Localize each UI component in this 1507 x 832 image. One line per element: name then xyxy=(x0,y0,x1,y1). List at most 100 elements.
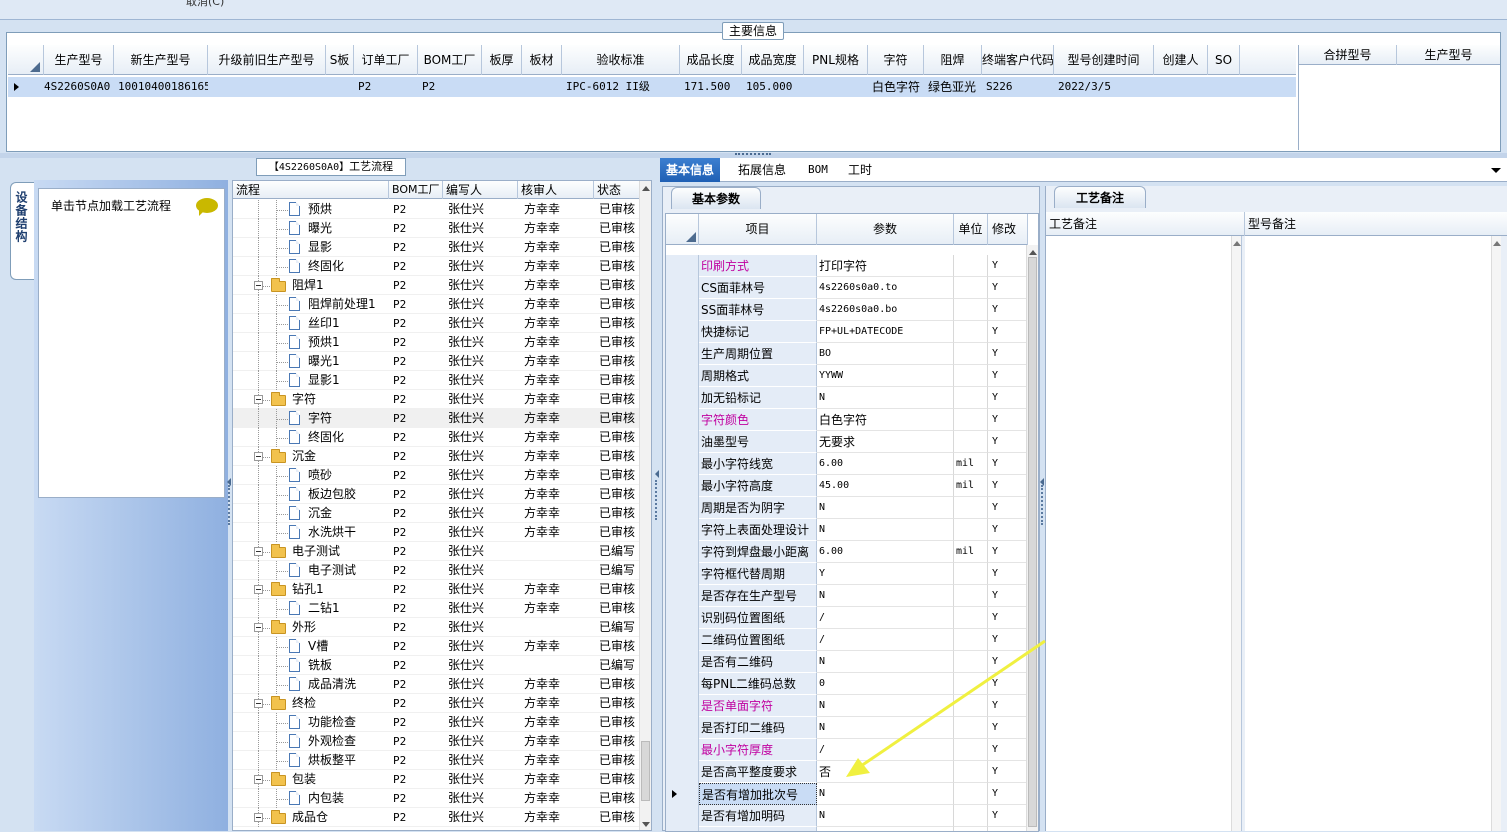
tree-row[interactable]: 显影1 P2 张仕兴 方幸幸 已审核 xyxy=(233,371,641,390)
row-indicator[interactable] xyxy=(666,453,699,475)
param-row[interactable]: 加无铅标记 N Y xyxy=(666,387,1028,409)
flow-col-process[interactable]: 流程 xyxy=(233,181,389,199)
tab-bom[interactable]: BOM xyxy=(802,158,834,182)
param-value[interactable]: N xyxy=(817,783,954,805)
param-name[interactable]: 有白油块 xyxy=(699,827,817,831)
collapse-icon[interactable] xyxy=(254,281,263,290)
flow-col-reviewer[interactable]: 核审人 xyxy=(518,181,594,199)
param-name[interactable]: 加无铅标记 xyxy=(699,387,817,409)
table-cell[interactable]: 10010400186165 xyxy=(118,77,208,97)
param-row[interactable]: 字符到焊盘最小距离 6.00 mil Y xyxy=(666,541,1028,563)
tree-row[interactable]: 二钻1 P2 张仕兴 方幸幸 已审核 xyxy=(233,599,641,618)
tree-cell-name[interactable]: 阻焊1 xyxy=(292,276,388,295)
param-value[interactable]: / xyxy=(817,827,954,831)
row-indicator[interactable] xyxy=(666,343,699,365)
flow-col-bom-factory[interactable]: BOM工厂 xyxy=(389,181,443,199)
row-indicator[interactable] xyxy=(666,475,699,497)
collapse-icon[interactable] xyxy=(254,813,263,822)
param-value[interactable]: 无要求 xyxy=(817,431,954,453)
table-cell[interactable]: P2 xyxy=(422,77,482,97)
param-row[interactable]: 识别码位置图纸 / Y xyxy=(666,607,1028,629)
param-name[interactable]: 周期是否为阴字 xyxy=(699,497,817,519)
param-value[interactable]: / xyxy=(817,629,954,651)
tree-row[interactable]: 阻焊1 P2 张仕兴 方幸幸 已审核 xyxy=(233,276,641,295)
param-name[interactable]: 每PNL二维码总数 xyxy=(699,673,817,695)
param-col-item[interactable]: 项目 xyxy=(699,214,817,245)
param-value[interactable]: 6.00 xyxy=(817,453,954,475)
row-indicator[interactable] xyxy=(666,761,699,783)
tree-cell-name[interactable]: 曝光1 xyxy=(308,352,388,371)
collapse-icon[interactable] xyxy=(254,395,263,404)
row-indicator[interactable] xyxy=(666,629,699,651)
row-indicator[interactable] xyxy=(666,827,699,831)
param-col-modify[interactable]: 修改 xyxy=(988,214,1028,245)
tree-cell-name[interactable]: 字符 xyxy=(308,409,388,428)
param-name[interactable]: 是否存在生产型号 xyxy=(699,585,817,607)
tree-row[interactable]: 外观检查 P2 张仕兴 方幸幸 已审核 xyxy=(233,732,641,751)
param-value[interactable]: N xyxy=(817,387,954,409)
col-header-7[interactable]: 板材 xyxy=(522,45,562,75)
param-row[interactable]: 字符颜色 白色字符 Y xyxy=(666,409,1028,431)
row-indicator[interactable] xyxy=(666,585,699,607)
tree-row[interactable]: 烘板整平 P2 张仕兴 方幸幸 已审核 xyxy=(233,751,641,770)
tree-row[interactable]: 沉金 P2 张仕兴 方幸幸 已审核 xyxy=(233,504,641,523)
param-name[interactable]: 是否有增加明码 xyxy=(699,805,817,827)
table-cell[interactable]: P2 xyxy=(358,77,418,97)
table-cell[interactable]: 绿色亚光 xyxy=(928,77,982,97)
param-value[interactable]: 45.00 xyxy=(817,475,954,497)
model-remark-input[interactable] xyxy=(1245,236,1501,831)
tab-basic-params[interactable]: 基本参数 xyxy=(671,187,761,209)
tree-cell-name[interactable]: 沉金 xyxy=(292,447,388,466)
col-header-17[interactable]: SO xyxy=(1208,45,1240,75)
param-row[interactable]: 是否高平整度要求否 Y xyxy=(666,761,1028,783)
row-indicator[interactable] xyxy=(666,277,699,299)
collapse-icon[interactable] xyxy=(254,585,263,594)
collapse-middle-icon[interactable] xyxy=(655,470,659,478)
col-header-10[interactable]: 成品宽度 xyxy=(742,45,804,75)
tree-cell-name[interactable]: 功能检查 xyxy=(308,713,388,732)
param-value[interactable]: 0 xyxy=(817,673,954,695)
param-row[interactable]: 有白油块/ Y xyxy=(666,827,1028,831)
param-value[interactable]: Y xyxy=(817,563,954,585)
param-name[interactable]: 油墨型号 xyxy=(699,431,817,453)
param-row[interactable]: 最小字符厚度 / Y xyxy=(666,739,1028,761)
tree-cell-name[interactable]: 显影1 xyxy=(308,371,388,390)
process-remark-input[interactable] xyxy=(1046,236,1242,831)
table-row[interactable]: 4S2260S0A0 10010400186165 P2 P2 IPC-6012 II级… xyxy=(8,77,1296,97)
tree-cell-name[interactable]: 成品仓 xyxy=(292,808,388,827)
tree-row[interactable]: 水洗烘干 P2 张仕兴 方幸幸 已审核 xyxy=(233,523,641,542)
tree-cell-name[interactable]: 电子测试 xyxy=(292,542,388,561)
param-col-param[interactable]: 参数 xyxy=(817,214,954,245)
param-name[interactable]: 最小字符厚度 xyxy=(699,739,817,761)
tree-cell-name[interactable]: 丝印1 xyxy=(308,314,388,333)
col-header-6[interactable]: 板厚 xyxy=(482,45,522,75)
param-name[interactable]: 是否有二维码 xyxy=(699,651,817,673)
param-name[interactable]: 最小字符线宽 xyxy=(699,453,817,475)
tree-cell-name[interactable]: 水洗烘干 xyxy=(308,523,388,542)
tree-cell-name[interactable]: 包装 xyxy=(292,770,388,789)
tree-row[interactable]: 字符 P2 张仕兴 方幸幸 已审核 xyxy=(233,390,641,409)
param-row[interactable]: 是否有二维码 N Y xyxy=(666,651,1028,673)
param-value[interactable]: 否 xyxy=(817,761,954,783)
row-indicator[interactable] xyxy=(666,541,699,563)
param-value[interactable]: 6.00 xyxy=(817,541,954,563)
col-header-14[interactable]: 终端客户代码 xyxy=(982,45,1054,75)
param-value[interactable]: N xyxy=(817,497,954,519)
tree-cell-name[interactable]: 终检 xyxy=(292,694,388,713)
tree-row[interactable]: 电子测试 P2 张仕兴 已编写 xyxy=(233,561,641,580)
col-header-2[interactable]: 升级前旧生产型号 xyxy=(208,45,326,75)
tree-row[interactable]: 预烘1 P2 张仕兴 方幸幸 已审核 xyxy=(233,333,641,352)
row-indicator[interactable] xyxy=(666,607,699,629)
tree-row[interactable]: 功能检查 P2 张仕兴 方幸幸 已审核 xyxy=(233,713,641,732)
scroll-up-icon[interactable] xyxy=(1493,241,1501,246)
param-row[interactable]: CS面菲林号 4s2260s0a0.to Y xyxy=(666,277,1028,299)
table-cell[interactable] xyxy=(526,77,562,97)
flow-col-writer[interactable]: 编写人 xyxy=(443,181,518,199)
tree-row[interactable]: 预烘 P2 张仕兴 方幸幸 已审核 xyxy=(233,200,641,219)
param-col-unit[interactable]: 单位 xyxy=(954,214,988,245)
param-row[interactable]: 周期是否为阴字 N Y xyxy=(666,497,1028,519)
row-indicator[interactable] xyxy=(666,387,699,409)
col-header-1[interactable]: 新生产型号 xyxy=(114,45,208,75)
scroll-down-icon[interactable] xyxy=(642,822,650,827)
merge-col-production-model[interactable]: 生产型号 xyxy=(1397,45,1500,65)
